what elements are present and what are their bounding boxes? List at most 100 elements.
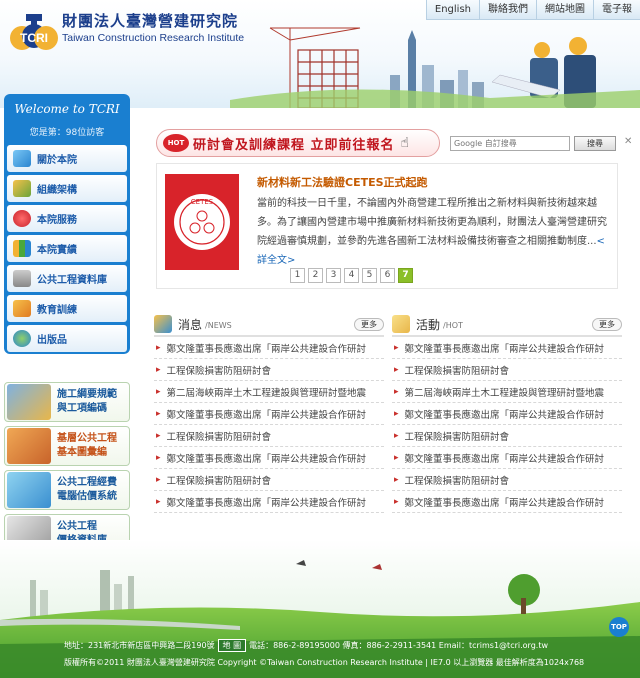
page-button-4[interactable]: 4	[344, 268, 359, 283]
hot-item-text: 工程保險損害防阻研討會	[404, 475, 510, 487]
news-item[interactable]: ▸ 工程保險損害防阻研討會	[154, 469, 384, 491]
bar-chart-icon	[13, 240, 31, 257]
nav-newsletter[interactable]: 電子報	[593, 0, 640, 20]
bullet-icon: ▸	[156, 386, 161, 397]
hot-item[interactable]: ▸ 鄭文隆董事長應邀出席「兩岸公共建設合作研討	[392, 447, 622, 469]
bullet-icon: ▸	[394, 386, 399, 397]
quick-link-line1: 公共工程經費	[57, 477, 117, 488]
map-button[interactable]: 地 圖	[217, 639, 247, 652]
header-skyline-illustration	[230, 27, 640, 108]
page-button-1[interactable]: 1	[290, 268, 305, 283]
org-chart-icon	[13, 180, 31, 197]
quick-link-line1: 基層公共工程	[57, 433, 117, 444]
sidebar-item-training[interactable]: 教育訓練	[7, 295, 127, 322]
news-item-text: 鄭文隆董事長應邀出席「兩岸公共建設合作研討	[166, 409, 367, 421]
hand-cursor-icon: ☝	[400, 135, 410, 151]
hot-item[interactable]: ▸ 工程保險損害防阻研討會	[392, 469, 622, 491]
bullet-icon: ▸	[156, 452, 161, 463]
news-item[interactable]: ▸ 鄭文隆董事長應邀出席「兩岸公共建設合作研討	[154, 337, 384, 359]
sidebar-item-services[interactable]: 本院服務	[7, 205, 127, 232]
back-to-top-button[interactable]: TOP	[609, 617, 629, 637]
bullet-icon: ▸	[156, 342, 161, 353]
news-item-text: 鄭文隆董事長應邀出席「兩岸公共建設合作研討	[166, 343, 367, 355]
news-title: 消息	[178, 317, 203, 332]
logo-title-english[interactable]: Taiwan Construction Research Institute	[62, 32, 244, 44]
estimation-thumbnail-icon	[7, 472, 51, 508]
footer-address: 地址：231新北市新店區中興路二段190號地 圖電話：886-2-8919500…	[64, 639, 548, 652]
quick-link-line1: 公共工程	[57, 521, 97, 532]
news-item[interactable]: ▸ 工程保險損害防阻研討會	[154, 359, 384, 381]
visitor-counter: 您是第：98位訪客	[29, 128, 105, 138]
heart-icon	[13, 210, 31, 227]
hot-panel: 活動 /HOT 更多 ▸ 鄭文隆董事長應邀出席「兩岸公共建設合作研討 ▸ 工程保險損…	[392, 313, 622, 513]
hot-more-button[interactable]: 更多	[592, 318, 622, 331]
tcri-logo-icon: TCRI	[10, 14, 58, 50]
cetes-logo-icon: CETES	[165, 174, 239, 270]
hot-item[interactable]: ▸ 工程保險損害防阻研討會	[392, 425, 622, 447]
hot-item-text: 鄭文隆董事長應邀出席「兩岸公共建設合作研討	[404, 409, 605, 421]
quick-link-line2: 基本圖彙編	[57, 447, 107, 458]
featured-title[interactable]: 新材料新工法驗證CETES正式起跑	[257, 174, 428, 190]
hot-item[interactable]: ▸ 鄭文隆董事長應邀出席「兩岸公共建設合作研討	[392, 403, 622, 425]
quick-link-line2: 與工項編碼	[57, 403, 107, 414]
hot-item[interactable]: ▸ 工程保險損害防阻研討會	[392, 359, 622, 381]
footer-address-text: 地址：231新北市新店區中興路二段190號	[64, 641, 215, 650]
hot-item-text: 鄭文隆董事長應邀出席「兩岸公共建設合作研討	[404, 453, 605, 465]
news-item[interactable]: ▸ 鄭文隆董事長應邀出席「兩岸公共建設合作研討	[154, 403, 384, 425]
news-item-text: 工程保險損害防阻研討會	[166, 475, 272, 487]
seminar-banner[interactable]: HOT 研討會及訓練課程 立即前往報名 ☝	[156, 129, 440, 157]
bullet-icon: ▸	[156, 474, 161, 485]
bullet-icon: ▸	[394, 408, 399, 419]
page-button-6[interactable]: 6	[380, 268, 395, 283]
quick-link-drawings[interactable]: 基層公共工程 基本圖彙編	[4, 426, 130, 466]
sidebar-menu: Welcome to TCRI 您是第：98位訪客 關於本院 組織架構 本院服務…	[4, 94, 130, 354]
bullet-icon: ▸	[156, 408, 161, 419]
logo-mark-text: TCRI	[20, 31, 48, 45]
news-item[interactable]: ▸ 鄭文隆董事長應邀出席「兩岸公共建設合作研討	[154, 447, 384, 469]
nav-contact-us[interactable]: 聯絡我們	[479, 0, 536, 20]
quick-link-estimation[interactable]: 公共工程經費 電腦估價系統	[4, 470, 130, 510]
bullet-icon: ▸	[394, 364, 399, 375]
sidebar-item-achievements[interactable]: 本院實績	[7, 235, 127, 262]
bullet-icon: ▸	[394, 496, 399, 507]
hot-item-text: 第二屆海峽兩岸土木工程建設與管理研討暨地震	[404, 387, 605, 399]
bullet-icon: ▸	[394, 452, 399, 463]
sidebar-item-about[interactable]: 關於本院	[7, 145, 127, 172]
bullet-icon: ▸	[394, 430, 399, 441]
news-panel: 消息 /NEWS 更多 ▸ 鄭文隆董事長應邀出席「兩岸公共建設合作研討 ▸ 工程保險…	[154, 313, 384, 513]
hot-item-text: 工程保險損害防阻研討會	[404, 365, 510, 377]
nav-english[interactable]: English	[425, 0, 479, 20]
top-navigation: English 聯絡我們 網站地圖 電子報	[425, 0, 640, 20]
search-button[interactable]: 搜尋	[574, 136, 616, 151]
news-item-text: 工程保險損害防阻研討會	[166, 365, 272, 377]
sidebar-item-label: 教育訓練	[37, 305, 77, 316]
news-item[interactable]: ▸ 第二屆海峽兩岸土木工程建設與管理研討暨地震	[154, 381, 384, 403]
hot-item[interactable]: ▸ 鄭文隆董事長應邀出席「兩岸公共建設合作研討	[392, 491, 622, 513]
page-button-3[interactable]: 3	[326, 268, 341, 283]
news-item[interactable]: ▸ 鄭文隆董事長應邀出席「兩岸公共建設合作研討	[154, 491, 384, 513]
hot-item[interactable]: ▸ 第二屆海峽兩岸土木工程建設與管理研討暨地震	[392, 381, 622, 403]
sidebar-item-database[interactable]: 公共工程資料庫	[7, 265, 127, 292]
hot-title: 活動	[416, 317, 441, 332]
sidebar-item-publications[interactable]: 出版品	[7, 325, 127, 352]
page-button-7[interactable]: 7	[398, 268, 413, 283]
news-more-button[interactable]: 更多	[354, 318, 384, 331]
sidebar-item-label: 關於本院	[37, 155, 77, 166]
news-header: 消息 /NEWS 更多	[154, 313, 384, 337]
featured-pager: 1 2 3 4 5 6 7	[290, 268, 413, 283]
search-input[interactable]	[450, 136, 570, 151]
logo-title-chinese[interactable]: 財團法人臺灣營建研究院	[62, 10, 238, 31]
page-button-5[interactable]: 5	[362, 268, 377, 283]
hot-item[interactable]: ▸ 鄭文隆董事長應邀出席「兩岸公共建設合作研討	[392, 337, 622, 359]
nav-sitemap[interactable]: 網站地圖	[536, 0, 593, 20]
sidebar-item-organization[interactable]: 組織架構	[7, 175, 127, 202]
footer-copyright: 版權所有©2011 財團法人臺灣營建研究院 Copyright ©Taiwan …	[64, 658, 585, 667]
page-button-2[interactable]: 2	[308, 268, 323, 283]
quick-link-specifications[interactable]: 施工綱要規範 與工項編碼	[4, 382, 130, 422]
news-subtitle: /NEWS	[205, 321, 232, 330]
news-item[interactable]: ▸ 工程保險損害防阻研討會	[154, 425, 384, 447]
sidebar-item-label: 組織架構	[37, 185, 77, 196]
close-icon[interactable]: ✕	[624, 136, 632, 147]
hot-badge: HOT	[163, 134, 189, 152]
hot-subtitle: /HOT	[443, 321, 463, 330]
